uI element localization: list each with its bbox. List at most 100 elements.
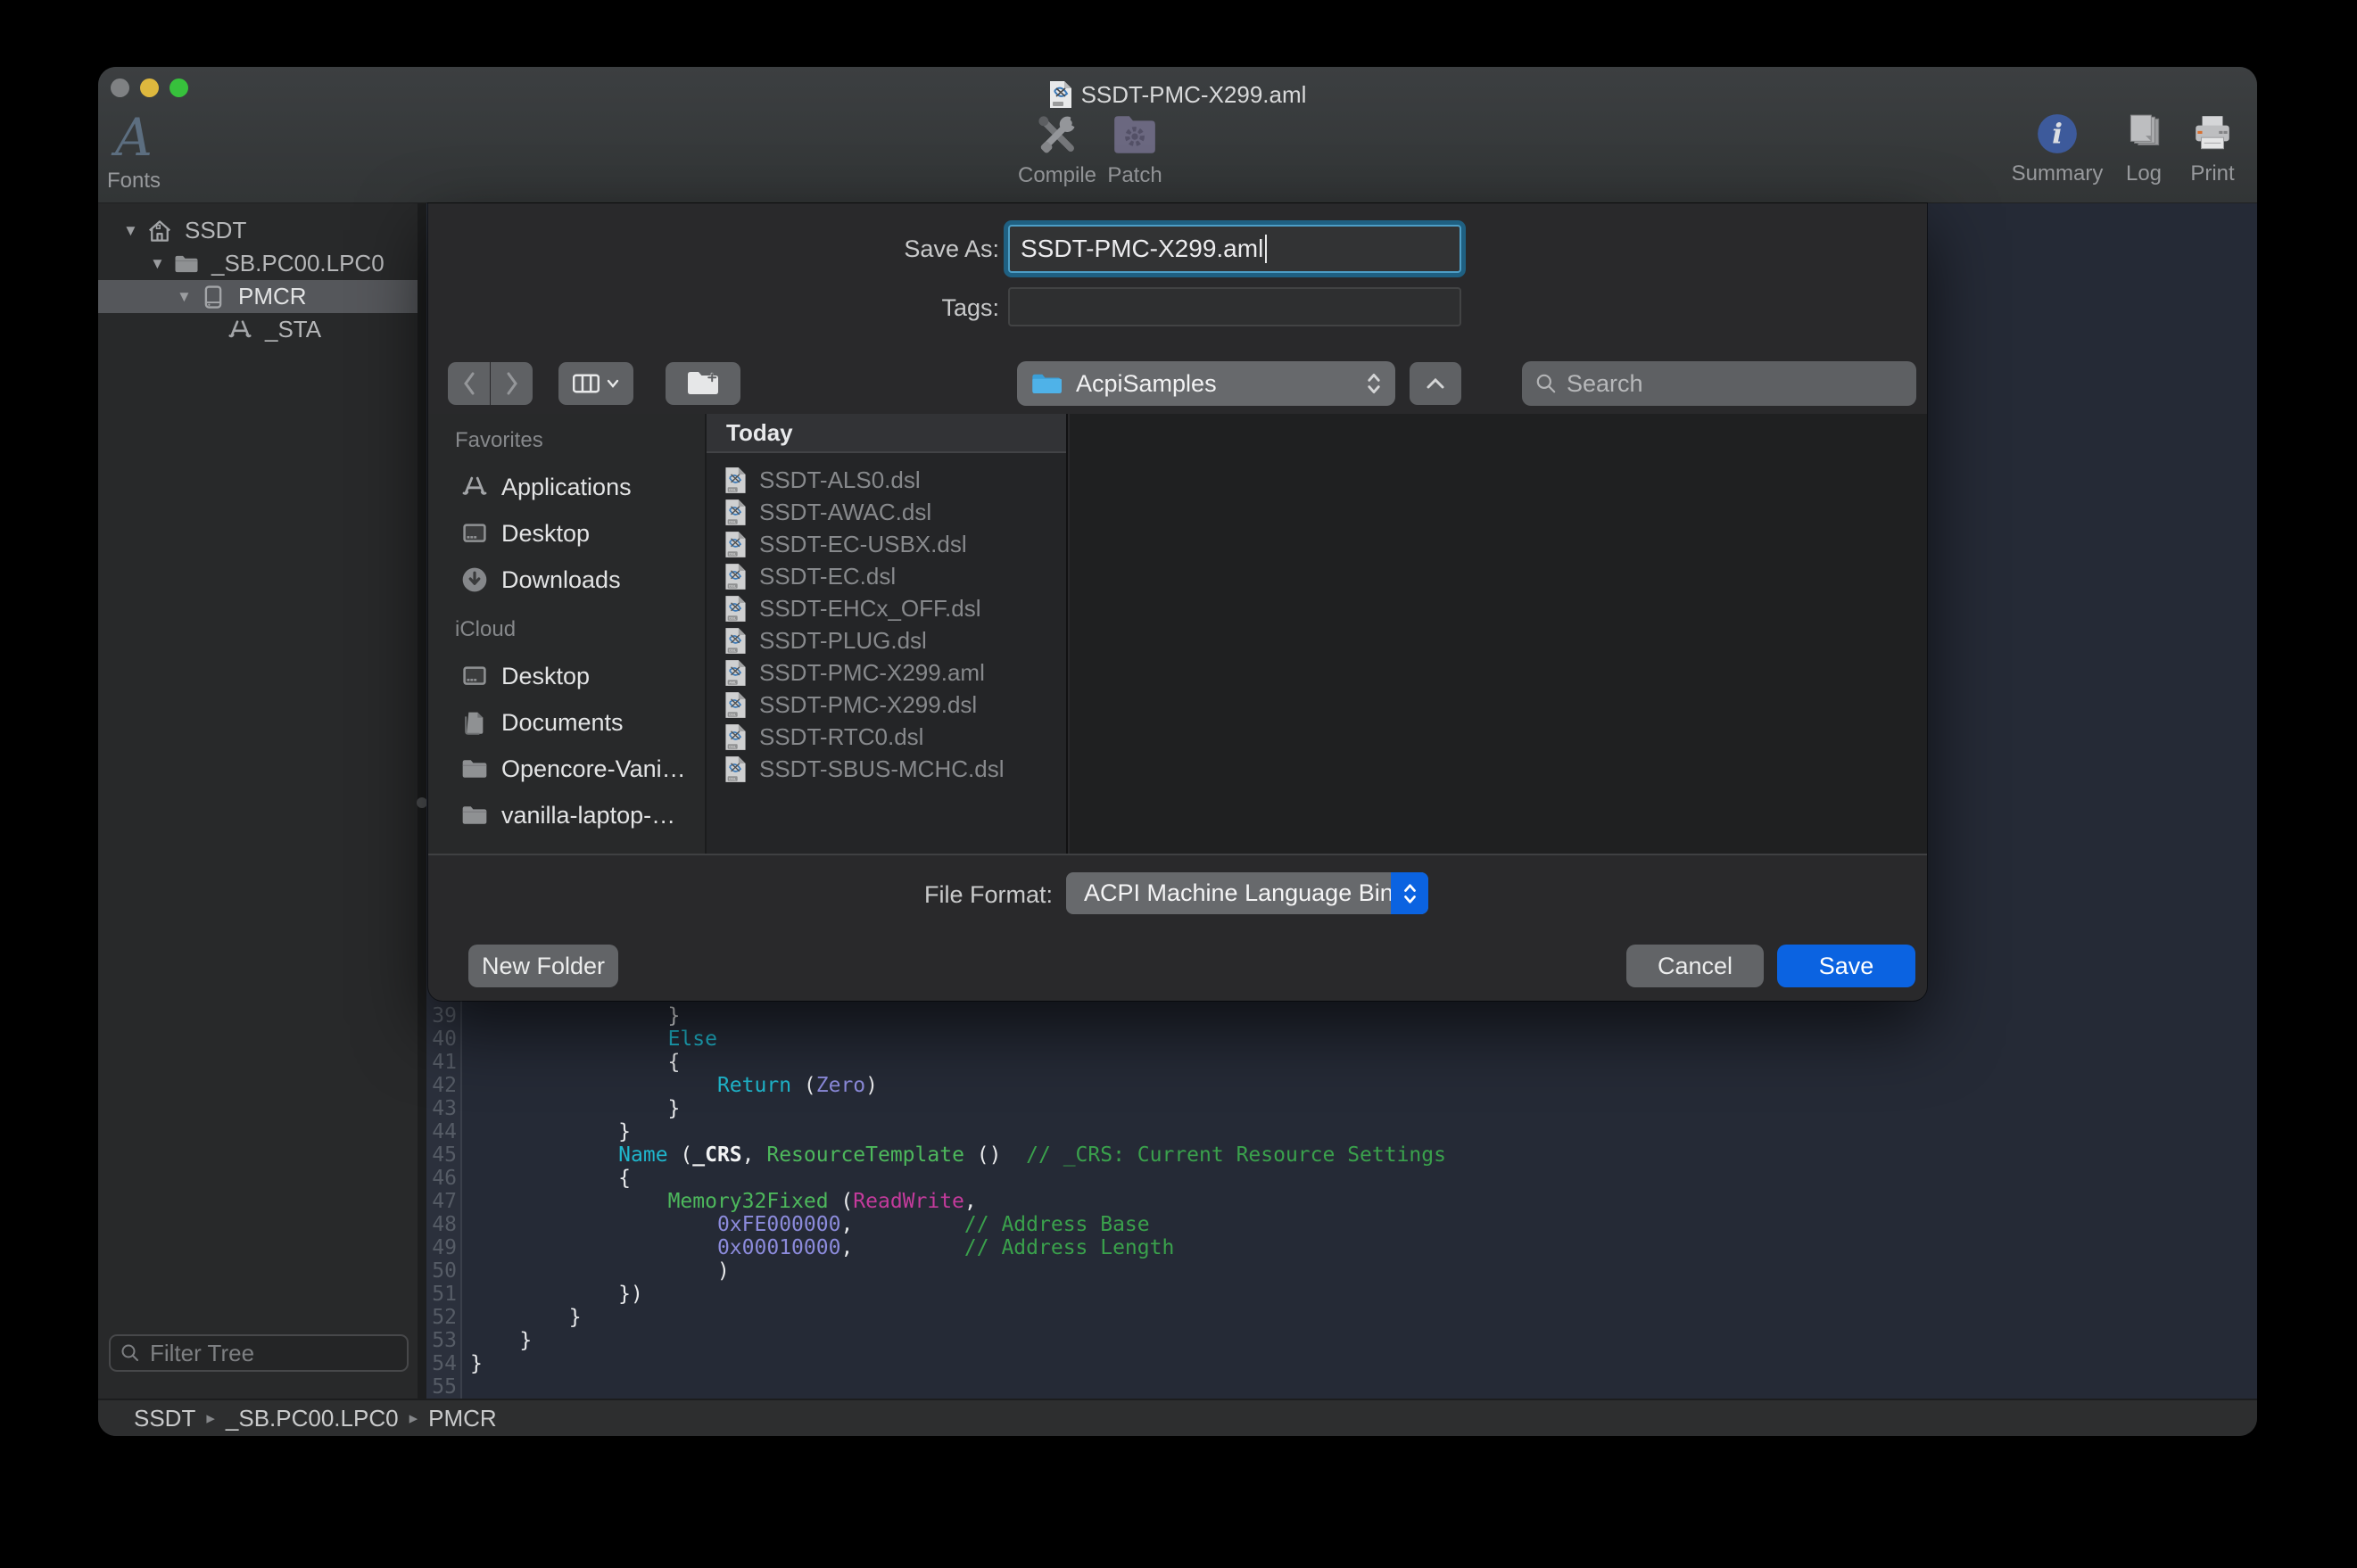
filter-tree-input[interactable]: Filter Tree — [109, 1334, 409, 1372]
file-row[interactable]: DSL SSDT-PLUG.dsl — [707, 624, 1066, 656]
file-doc-icon: DSL — [724, 595, 747, 623]
file-row[interactable]: AMLSSDT-PMC-X299.aml — [707, 656, 1066, 689]
view-mode-button[interactable] — [558, 362, 633, 405]
svg-text:i: i — [2052, 118, 2063, 150]
file-row[interactable]: DSLSSDT-EC-USBX.dsl — [707, 528, 1066, 560]
svg-text:DSL: DSL — [729, 648, 737, 652]
svg-text:DSL: DSL — [729, 519, 737, 524]
place-item-desktop[interactable]: Desktop — [460, 514, 590, 553]
file-row[interactable]: DSLSSDT-SBUS-MCHC.dsl — [707, 753, 1066, 785]
disclosure-triangle-icon[interactable]: ▼ — [150, 255, 173, 273]
file-row[interactable]: DSLSSDT-RTC0.dsl — [707, 721, 1066, 753]
place-item-opencore-vani-[interactable]: Opencore-Vani… — [460, 749, 686, 788]
code-line[interactable]: 48 0xFE000000, // Address Base — [426, 1213, 1446, 1236]
app-window: SSDT-PMC-X299.aml A Fonts Compile — [98, 67, 2257, 1436]
file-row[interactable]: DSL SSDT-AWAC.dsl — [707, 496, 1066, 528]
code-line[interactable]: 46 { — [426, 1167, 1446, 1190]
parent-folder-button[interactable] — [1410, 362, 1461, 405]
compile-button[interactable]: Compile — [1008, 111, 1106, 197]
sidebar-splitter[interactable] — [418, 203, 426, 1399]
file-row[interactable]: DSLSSDT-EHCx_OFF.dsl — [707, 592, 1066, 624]
tree-row-pmcr[interactable]: ▼PMCR — [98, 280, 418, 313]
save-as-input[interactable]: SSDT-PMC-X299.aml — [1008, 225, 1461, 273]
popup-updown-icon — [1367, 372, 1381, 395]
code-line[interactable]: 53 } — [426, 1329, 1446, 1352]
file-format-popup[interactable]: ACPI Machine Language Binary — [1066, 872, 1428, 914]
tree-row-_sb.pc00.lpc0[interactable]: ▼_SB.PC00.LPC0 — [98, 247, 418, 280]
code-line[interactable]: 43 } — [426, 1097, 1446, 1120]
file-row[interactable]: DSL SSDT-EC.dsl — [707, 560, 1066, 592]
code-line[interactable]: 44 } — [426, 1120, 1446, 1143]
disclosure-triangle-icon[interactable]: ▼ — [177, 288, 200, 306]
svg-text:DSL: DSL — [729, 583, 737, 588]
places-group-header: iCloud — [455, 617, 516, 642]
file-doc-icon: DSL — [724, 627, 747, 655]
place-item-label: Desktop — [501, 520, 590, 548]
title-bar: SSDT-PMC-X299.aml A Fonts Compile — [98, 67, 2257, 203]
popup-cap — [1391, 872, 1428, 914]
back-button[interactable] — [448, 362, 490, 405]
disclosure-triangle-icon[interactable]: ▼ — [123, 222, 146, 240]
fonts-button[interactable]: A Fonts — [100, 111, 168, 197]
print-button[interactable]: Print — [2177, 111, 2248, 197]
file-format-row: File Format: ACPI Machine Language Binar… — [428, 854, 1927, 929]
place-item-downloads[interactable]: Downloads — [460, 560, 621, 599]
text-caret — [1265, 235, 1267, 263]
code-line[interactable]: 51 }) — [426, 1283, 1446, 1306]
cancel-button[interactable]: Cancel — [1626, 945, 1764, 987]
file-doc-icon: DSL — [724, 723, 747, 751]
tree-row-ssdt[interactable]: ▼SSDT — [98, 214, 418, 247]
patch-label: Patch — [1107, 163, 1162, 188]
tree-row-_sta[interactable]: ▼_STA — [98, 313, 418, 346]
new-folder-icon-button[interactable] — [666, 362, 740, 405]
window-content: ▼SSDT▼_SB.PC00.LPC0▼PMCR▼_STA Filter Tre… — [98, 203, 2257, 1399]
chevron-down-icon — [607, 379, 619, 388]
code-line[interactable]: 42 Return (Zero) — [426, 1074, 1446, 1097]
file-row[interactable]: DSLSSDT-PMC-X299.dsl — [707, 689, 1066, 721]
chevron-left-icon — [461, 371, 477, 396]
file-row[interactable]: DSLSSDT-ALS0.dsl — [707, 464, 1066, 496]
compile-label: Compile — [1018, 163, 1096, 188]
file-name: SSDT-EC-USBX.dsl — [759, 531, 967, 558]
forward-button[interactable] — [491, 362, 533, 405]
save-as-value: SSDT-PMC-X299.aml — [1021, 235, 1263, 263]
breadcrumb-item[interactable]: SSDT — [134, 1405, 195, 1432]
desktop-icon — [460, 519, 489, 548]
code-line[interactable]: 49 0x00010000, // Address Length — [426, 1236, 1446, 1259]
patch-button[interactable]: Patch — [1095, 111, 1175, 197]
code-line[interactable]: 54} — [426, 1352, 1446, 1375]
tags-input[interactable] — [1008, 287, 1461, 326]
code-content[interactable]: 39 }40 Else41 {42 Return (Zero)43 }44 }4… — [426, 1004, 1446, 1399]
place-item-documents[interactable]: Documents — [460, 703, 624, 742]
file-format-value: ACPI Machine Language Binary — [1084, 872, 1427, 914]
log-button[interactable]: Log — [2113, 111, 2175, 197]
code-line[interactable]: 41 { — [426, 1051, 1446, 1074]
code-line[interactable]: 50 ) — [426, 1259, 1446, 1283]
tags-label: Tags: — [821, 294, 999, 322]
file-name: SSDT-EC.dsl — [759, 563, 896, 590]
summary-button[interactable]: i Summary — [2007, 111, 2107, 197]
breadcrumb-item[interactable]: PMCR — [428, 1405, 497, 1432]
print-icon — [2190, 111, 2235, 156]
code-line[interactable]: 52 } — [426, 1306, 1446, 1329]
file-browser: FavoritesApplicationsDesktopDownloadsiCl… — [428, 414, 1927, 854]
place-item-applications[interactable]: Applications — [460, 467, 632, 507]
downloads-icon — [460, 565, 489, 594]
search-input[interactable]: Search — [1522, 361, 1916, 406]
drive-icon — [200, 284, 227, 310]
code-line[interactable]: 47 Memory32Fixed (ReadWrite, — [426, 1190, 1446, 1213]
breadcrumb-item[interactable]: _SB.PC00.LPC0 — [226, 1405, 399, 1432]
file-name: SSDT-AWAC.dsl — [759, 499, 931, 526]
file-name: SSDT-PLUG.dsl — [759, 627, 927, 655]
place-item-vanilla-laptop-[interactable]: vanilla-laptop-… — [460, 796, 675, 835]
code-line[interactable]: 40 Else — [426, 1027, 1446, 1051]
code-line[interactable]: 55 — [426, 1375, 1446, 1399]
file-name: SSDT-PMC-X299.aml — [759, 659, 985, 687]
save-button[interactable]: Save — [1777, 945, 1915, 987]
code-line[interactable]: 45 Name (_CRS, ResourceTemplate () // _C… — [426, 1143, 1446, 1167]
new-folder-button[interactable]: New Folder — [468, 945, 618, 987]
place-item-desktop[interactable]: Desktop — [460, 656, 590, 696]
code-line[interactable]: 39 } — [426, 1004, 1446, 1027]
breadcrumb-separator-icon: ▸ — [409, 1408, 418, 1429]
location-popup[interactable]: AcpiSamples — [1017, 361, 1395, 406]
